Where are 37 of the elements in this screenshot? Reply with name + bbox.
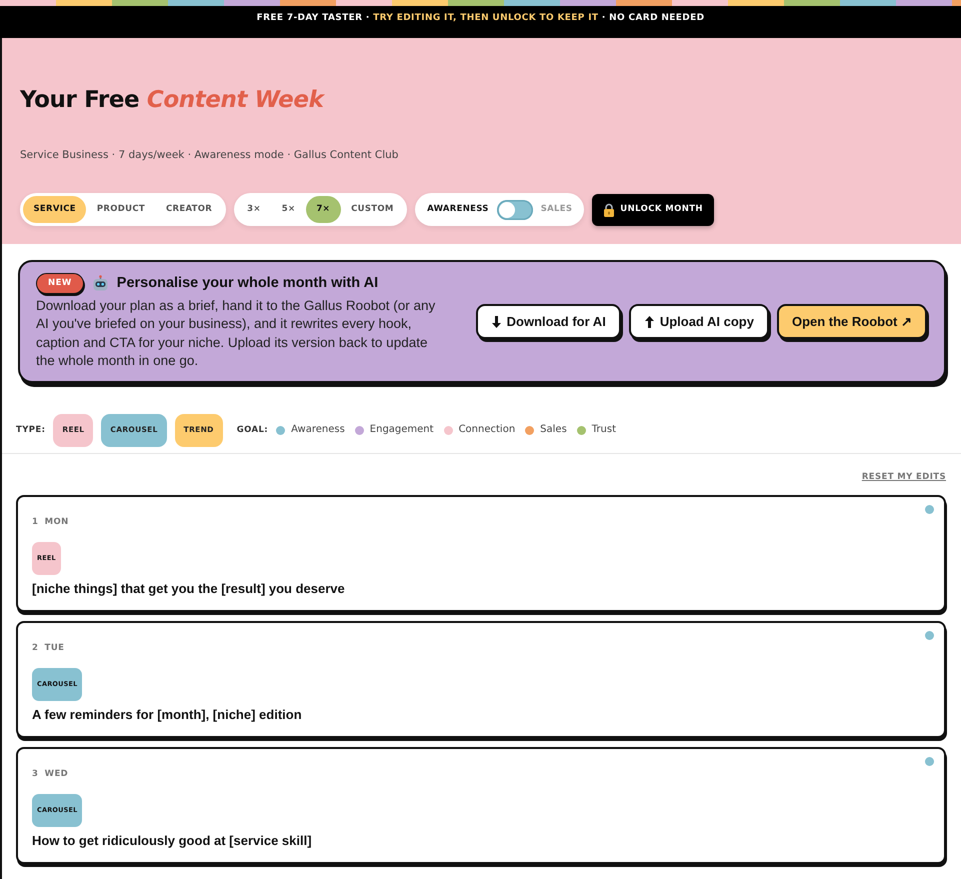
mode-label[interactable]: AWARENESS	[427, 205, 489, 214]
post-title: A few reminders for [month], [niche] edition	[32, 706, 303, 724]
post-title: [niche things] that get you the [result] you deserve	[32, 580, 346, 598]
download-button[interactable]: Download for AI	[476, 304, 621, 340]
down-arrow-icon	[490, 316, 502, 328]
toggle-switch[interactable]	[496, 200, 533, 220]
goal-label: Trust	[592, 425, 616, 435]
segment-button[interactable]: 5×	[271, 196, 306, 223]
segment-button[interactable]: CREATOR	[155, 196, 223, 223]
segment-button[interactable]: 7×	[306, 196, 341, 223]
open-link-button[interactable]: Open the Roobot ↗	[776, 304, 927, 340]
goal-label: Awareness	[291, 425, 345, 435]
promo-title: Personalise your whole month with AI	[116, 274, 378, 294]
segment-button[interactable]: SERVICE	[23, 196, 86, 223]
legend-label: TYPE:	[16, 426, 46, 434]
page-subtitle: Service Business · 7 days/week · Awareness mode · Gallus Content Club	[20, 148, 400, 163]
day-label: 1 MON	[32, 516, 70, 528]
day-label: 3 WED	[32, 768, 70, 780]
new-badge: NEW	[36, 273, 84, 294]
lock-icon	[603, 202, 616, 216]
segment-button[interactable]: 3×	[236, 196, 272, 223]
goal-label: Engagement	[370, 425, 434, 435]
unlock-button[interactable]: UNLOCK MONTH	[592, 194, 714, 226]
segment-button[interactable]: CUSTOM	[340, 196, 404, 223]
goal-label: Connection	[458, 425, 516, 435]
banner-text: FREE 7-DAY TASTER · TRY EDITING IT, THEN UNLOCK TO KEEP IT · NO CARD NEEDED	[256, 13, 704, 23]
promo-text: Download your plan as a brief, hand it to the Gallus Roobot (or any AI you've briefed on your business), and it rewrites every hook, caption and CTA for your niche. Upload its version back to update the whole month in one go.	[36, 296, 436, 370]
post-title: How to get ridiculously good at [service skill]	[32, 832, 313, 850]
reset-link[interactable]: RESET MY EDITS	[862, 470, 946, 482]
goal-label: Sales	[540, 425, 567, 435]
page-title: Your Free Content Week	[20, 86, 326, 115]
segment-button[interactable]: PRODUCT	[86, 196, 156, 223]
day-label: 2 TUE	[32, 642, 66, 654]
up-arrow-icon	[644, 316, 655, 328]
legend-label: GOAL:	[236, 426, 268, 434]
robot-icon	[92, 275, 109, 292]
upload-button[interactable]: Upload AI copy	[628, 304, 769, 340]
